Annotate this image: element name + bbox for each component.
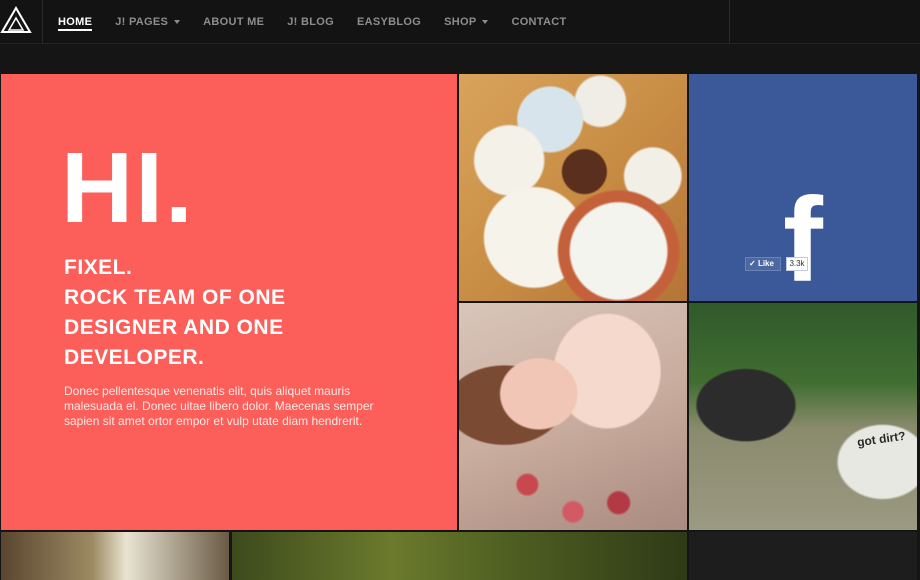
top-navbar: HOME J! PAGES ABOUT ME J! BLOG EASYBLOG … xyxy=(0,0,920,44)
menu-item-contact[interactable]: CONTACT xyxy=(511,0,566,43)
food-photo-tile[interactable] xyxy=(459,74,687,301)
chevron-down-icon xyxy=(174,19,181,24)
site-logo[interactable] xyxy=(0,0,43,43)
hero-subtitle-line: FIXEL. xyxy=(64,256,133,279)
bottom-photo-tile-2[interactable] xyxy=(232,532,687,580)
hero-subtitle-line: ROCK TEAM OF ONE xyxy=(64,286,286,309)
menu-item-label: J! BLOG xyxy=(287,15,334,28)
menu-item-shop[interactable]: SHOP xyxy=(444,0,489,43)
menu-item-label: HOME xyxy=(58,15,93,28)
menu-item-label: CONTACT xyxy=(511,15,567,28)
bottom-photo-tile-1[interactable] xyxy=(1,532,229,580)
hero-subtitle-line: DEVELOPER. xyxy=(64,346,205,369)
chevron-down-icon xyxy=(482,19,489,24)
menu-item-label: ABOUT ME xyxy=(203,15,265,28)
portrait-photo-tile[interactable] xyxy=(459,303,687,530)
bottom-photo-tile-3[interactable] xyxy=(689,532,917,580)
hero-subtitle: FIXEL. ROCK TEAM OF ONE DESIGNER AND ONE… xyxy=(64,253,424,373)
car-show-photo-tile[interactable] xyxy=(689,303,917,530)
triangle-logo-icon xyxy=(0,6,32,33)
menu-item-j-blog[interactable]: J! BLOG xyxy=(287,0,334,43)
hero-description: Donec pellentesque venenatis elit, quis … xyxy=(64,384,374,428)
hero-title: HI. xyxy=(61,132,195,244)
like-button[interactable]: ✓ Like xyxy=(745,257,781,271)
menu-item-label: SHOP xyxy=(444,15,477,28)
menu-item-about-me[interactable]: ABOUT ME xyxy=(203,0,264,43)
menu-item-label: J! PAGES xyxy=(115,15,169,28)
nav-divider xyxy=(729,0,730,43)
menu-item-home[interactable]: HOME xyxy=(58,0,93,43)
menu-item-easyblog[interactable]: EASYBLOG xyxy=(357,0,421,43)
menu-item-j-pages[interactable]: J! PAGES xyxy=(115,0,181,43)
like-label: Like xyxy=(757,259,774,268)
hero-subtitle-line: DESIGNER AND ONE xyxy=(64,316,284,339)
menu-item-label: EASYBLOG xyxy=(356,15,422,28)
like-count: 3.3k xyxy=(786,257,808,271)
main-menu: HOME J! PAGES ABOUT ME J! BLOG EASYBLOG … xyxy=(58,0,590,43)
